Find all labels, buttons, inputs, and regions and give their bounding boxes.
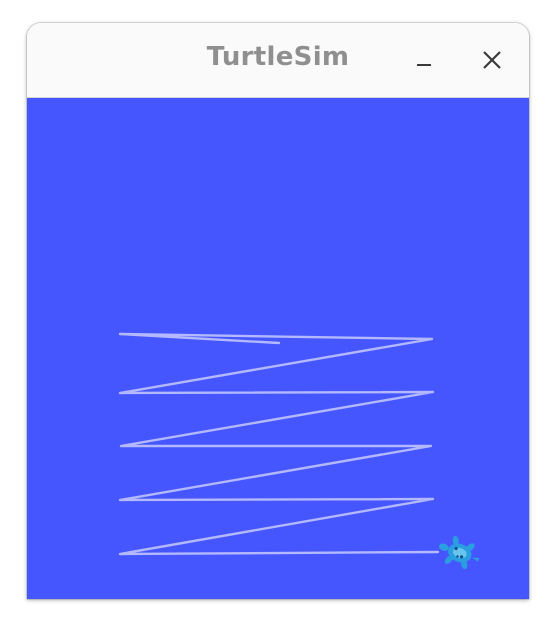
close-icon: [483, 51, 501, 69]
minimize-button[interactable]: [407, 43, 441, 77]
canvas-background: [27, 98, 529, 599]
title-bar[interactable]: TurtleSim: [27, 23, 529, 98]
turtle-canvas: [27, 98, 529, 599]
window-title: TurtleSim: [206, 42, 350, 72]
turtlesim-window: TurtleSim: [27, 23, 529, 599]
close-button[interactable]: [475, 43, 509, 77]
minimize-icon: [417, 64, 431, 66]
